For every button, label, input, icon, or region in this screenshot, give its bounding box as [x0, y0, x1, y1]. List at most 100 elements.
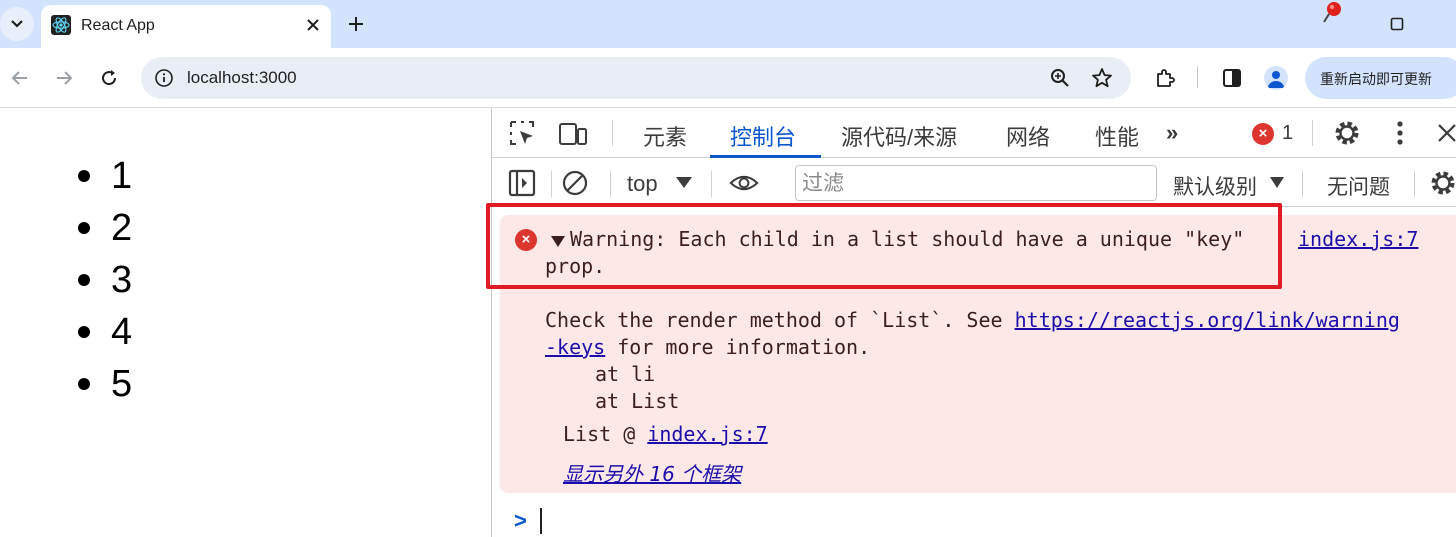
browser-toolbar: localhost:3000 重新启动即可更新	[0, 48, 1456, 108]
tab-title: React App	[81, 17, 155, 34]
url-text[interactable]: localhost:3000	[187, 68, 297, 88]
gear-icon	[1335, 121, 1359, 145]
live-expression-button[interactable]	[729, 168, 759, 198]
call-source-link[interactable]: index.js:7	[647, 422, 767, 446]
separator	[610, 171, 611, 197]
device-icon	[559, 123, 587, 145]
bullet	[78, 274, 90, 286]
settings-button[interactable]	[1332, 118, 1362, 148]
active-tab-indicator	[710, 155, 821, 158]
bullet	[78, 170, 90, 182]
puzzle-icon	[1157, 69, 1175, 87]
tab-strip: React App	[0, 0, 1456, 48]
pushpin-icon[interactable]	[1321, 0, 1345, 24]
call-site: List @ index.js:7	[563, 422, 768, 446]
sidebar-toggle-icon	[508, 169, 536, 197]
kebab-menu-icon	[1397, 121, 1403, 145]
tab-search-dropdown[interactable]	[0, 7, 34, 41]
profile-avatar[interactable]	[1264, 66, 1288, 90]
extensions-button[interactable]	[1152, 65, 1178, 91]
more-tabs-button[interactable]: »	[1166, 120, 1178, 146]
separator	[1414, 171, 1415, 197]
window-maximize-button[interactable]	[1386, 13, 1408, 35]
separator	[711, 171, 712, 197]
docs-link[interactable]: https://reactjs.org/link/warning	[1015, 308, 1400, 332]
bookmark-star-icon[interactable]	[1091, 67, 1113, 89]
close-devtools-button[interactable]	[1432, 118, 1456, 148]
browser-tab[interactable]: React App	[41, 5, 331, 48]
context-selector[interactable]: top	[627, 171, 658, 197]
back-button[interactable]	[6, 64, 34, 92]
separator	[1312, 120, 1313, 146]
stack-frame: at li	[595, 362, 656, 386]
person-icon	[1268, 71, 1284, 88]
tab-performance[interactable]: 性能	[1095, 120, 1139, 152]
reload-icon	[102, 70, 117, 86]
close-icon	[1438, 124, 1456, 142]
highlight-annotation-box	[486, 203, 1282, 289]
bullet	[78, 222, 90, 234]
chevron-down-icon	[11, 20, 23, 28]
filter-field[interactable]	[796, 166, 1156, 200]
show-sidebar-button[interactable]	[507, 168, 537, 198]
device-toolbar-button[interactable]	[558, 118, 588, 148]
list-item: 1	[72, 150, 132, 202]
update-label: 重新启动即可更新	[1320, 71, 1432, 87]
error-count[interactable]: 1	[1282, 122, 1293, 145]
caret-down-icon[interactable]	[1270, 177, 1284, 188]
bullet	[78, 326, 90, 338]
list-item: 4	[72, 306, 132, 358]
tab-elements[interactable]: 元素	[643, 120, 687, 152]
close-icon	[307, 19, 319, 31]
maximize-icon	[1390, 17, 1404, 31]
console-input-caret[interactable]	[540, 508, 542, 534]
console-toolbar: top 默认级别 无问题	[492, 159, 1456, 207]
filter-input[interactable]	[795, 165, 1157, 201]
side-panel-button[interactable]	[1219, 65, 1245, 91]
arrow-left-icon	[11, 71, 27, 85]
bullet	[78, 378, 90, 390]
gear-icon	[1431, 171, 1455, 195]
caret-down-icon[interactable]	[676, 177, 692, 188]
forward-button[interactable]	[50, 64, 78, 92]
devtools-tab-bar: 元素 控制台 源代码/来源 网络 性能 » × 1	[492, 108, 1456, 158]
separator	[551, 171, 552, 197]
react-logo-icon	[51, 15, 71, 35]
separator	[1302, 171, 1303, 197]
show-more-frames-link[interactable]: 显示另外 16 个框架	[563, 458, 741, 487]
clear-console-button[interactable]	[560, 168, 590, 198]
console-settings-button[interactable]	[1428, 168, 1456, 198]
list-item: 5	[72, 358, 132, 410]
relaunch-update-button[interactable]: 重新启动即可更新	[1305, 57, 1456, 99]
toolbar-divider	[1197, 66, 1198, 88]
new-tab-button[interactable]	[343, 11, 369, 37]
issues-counter[interactable]: 无问题	[1327, 171, 1390, 201]
source-link[interactable]: index.js:7	[1298, 226, 1418, 253]
tab-network[interactable]: 网络	[1006, 120, 1050, 152]
inspect-element-button[interactable]	[507, 118, 537, 148]
site-info-icon[interactable]	[154, 68, 174, 88]
customize-menu-button[interactable]	[1385, 118, 1415, 148]
address-bar[interactable]: localhost:3000	[141, 57, 1131, 99]
arrow-right-icon	[57, 71, 73, 85]
error-count-icon[interactable]: ×	[1252, 123, 1274, 145]
zoom-icon[interactable]	[1049, 67, 1071, 89]
block-icon	[562, 170, 588, 196]
warning-detail: Check the render method of `List`. See h…	[545, 308, 1400, 359]
tab-close-button[interactable]	[302, 14, 324, 36]
tab-sources[interactable]: 源代码/来源	[841, 120, 957, 152]
stack-frame: at List	[595, 389, 680, 413]
eye-icon	[729, 175, 759, 191]
plus-icon	[349, 17, 363, 31]
log-levels-dropdown[interactable]: 默认级别	[1173, 171, 1257, 201]
separator	[612, 120, 613, 146]
reload-button[interactable]	[95, 64, 123, 92]
devtools-panel: 元素 控制台 源代码/来源 网络 性能 » × 1 top 过滤 默认级别 无问…	[491, 108, 1456, 537]
page-viewport: 1 2 3 4 5	[0, 108, 491, 537]
side-panel-icon	[1223, 69, 1241, 87]
number-list: 1 2 3 4 5	[72, 150, 132, 410]
prompt-chevron-icon: >	[514, 508, 527, 533]
docs-link-continued[interactable]: -keys	[545, 335, 605, 359]
list-item: 2	[72, 202, 132, 254]
tab-console[interactable]: 控制台	[730, 120, 796, 152]
